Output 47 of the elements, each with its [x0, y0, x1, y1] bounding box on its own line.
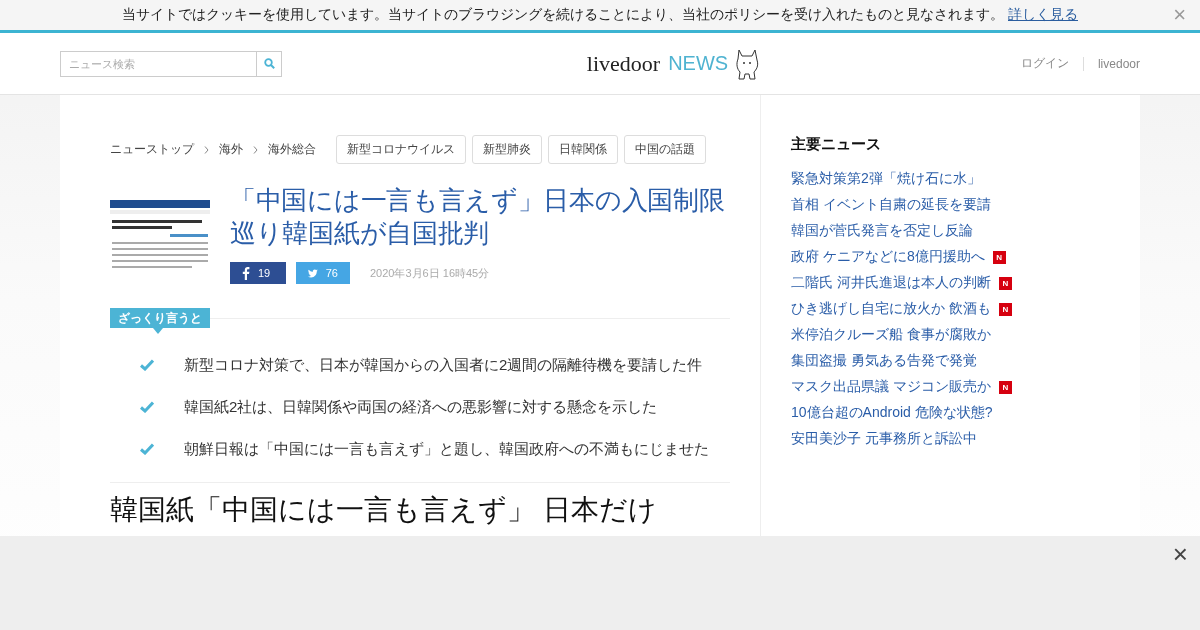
label-pointer — [153, 328, 163, 334]
news-link[interactable]: 米停泊クルーズ船 食事が腐敗か — [791, 326, 991, 344]
news-link[interactable]: 緊急対策第2弾「焼け石に水」 — [791, 170, 981, 188]
search-field[interactable]: ニュース検索 — [60, 50, 257, 77]
topic-tag[interactable]: 新型コロナウイルス — [336, 135, 466, 164]
news-link[interactable]: 二階氏 河井氏進退は本人の判断 — [791, 274, 991, 292]
topic-tag[interactable]: 中国の話題 — [624, 135, 706, 164]
search-button[interactable] — [257, 50, 282, 77]
news-link[interactable]: 安田美沙子 元事務所と訴訟中 — [791, 430, 977, 448]
cookie-notice: 当サイトではクッキーを使用しています。当サイトのブラウジングを続けることにより、当社のポリシーを受け入れたものと見なされます。 詳しく見る — [122, 6, 1078, 24]
header-link[interactable]: ログイン — [1006, 55, 1083, 72]
news-link[interactable]: ひき逃げし自宅に放火か 飲酒も — [791, 300, 991, 318]
breadcrumb-link[interactable]: 海外総合 — [268, 141, 316, 158]
search-icon — [263, 58, 275, 69]
facebook-icon — [242, 266, 250, 280]
sidebar-title: 主要ニュース — [791, 135, 882, 154]
chevron-icon — [204, 145, 209, 154]
new-badge: N — [992, 250, 1006, 264]
body-heading: 韓国紙「中国には一言も言えず」 日本だけ — [110, 493, 658, 527]
news-link[interactable]: 10億台超のAndroid 危険な状態? — [791, 404, 993, 422]
header-link[interactable]: livedoor — [1082, 56, 1140, 71]
new-badge: N — [998, 276, 1012, 290]
summary-point: 韓国紙2社は、日韓関係や両国の経済への悪影響に対する懸念を示した — [184, 397, 658, 417]
logo-text[interactable]: livedoor — [586, 50, 661, 77]
details-link[interactable]: 詳しく見る — [1008, 6, 1078, 22]
check-icon — [140, 359, 154, 371]
summary-point: 新型コロナ対策で、日本が韓国からの入国者に2週間の隔離待機を要請した件 — [184, 355, 703, 375]
news-link[interactable]: 首相 イベント自粛の延長を要請 — [791, 196, 991, 214]
news-link[interactable]: 政府 ケニアなどに8億円援助へ — [791, 248, 985, 266]
breadcrumb-link[interactable]: ニューストップ — [110, 141, 194, 158]
publish-date: 2020年3月6日 16時45分 — [370, 265, 490, 281]
facebook-share-button[interactable]: 19 — [230, 262, 286, 284]
chevron-icon — [253, 145, 258, 154]
check-icon — [140, 401, 154, 413]
article-title: 「中国には一言も言えず」日本の入国制限巡り韓国紙が自国批判 — [230, 184, 726, 250]
new-badge: N — [998, 302, 1012, 316]
summary-point: 朝鮮日報は「中国には一言も言えず」と題し、韓国政府への不満もにじませた — [184, 439, 709, 459]
bird-icon — [308, 267, 318, 279]
topic-tag[interactable]: 日韓関係 — [548, 135, 618, 164]
new-badge: N — [998, 380, 1012, 394]
breadcrumb-link[interactable]: 海外 — [219, 141, 243, 158]
news-link[interactable]: マスク出品県議 マジコン販売か — [791, 378, 991, 396]
check-icon — [140, 443, 154, 455]
news-link[interactable]: 韓国が菅氏発言を否定し反論 — [791, 222, 973, 240]
topic-tag[interactable]: 新型肺炎 — [472, 135, 542, 164]
news-link[interactable]: 集団盗撮 勇気ある告発で発覚 — [791, 352, 977, 370]
close-button[interactable]: × — [1168, 540, 1192, 568]
